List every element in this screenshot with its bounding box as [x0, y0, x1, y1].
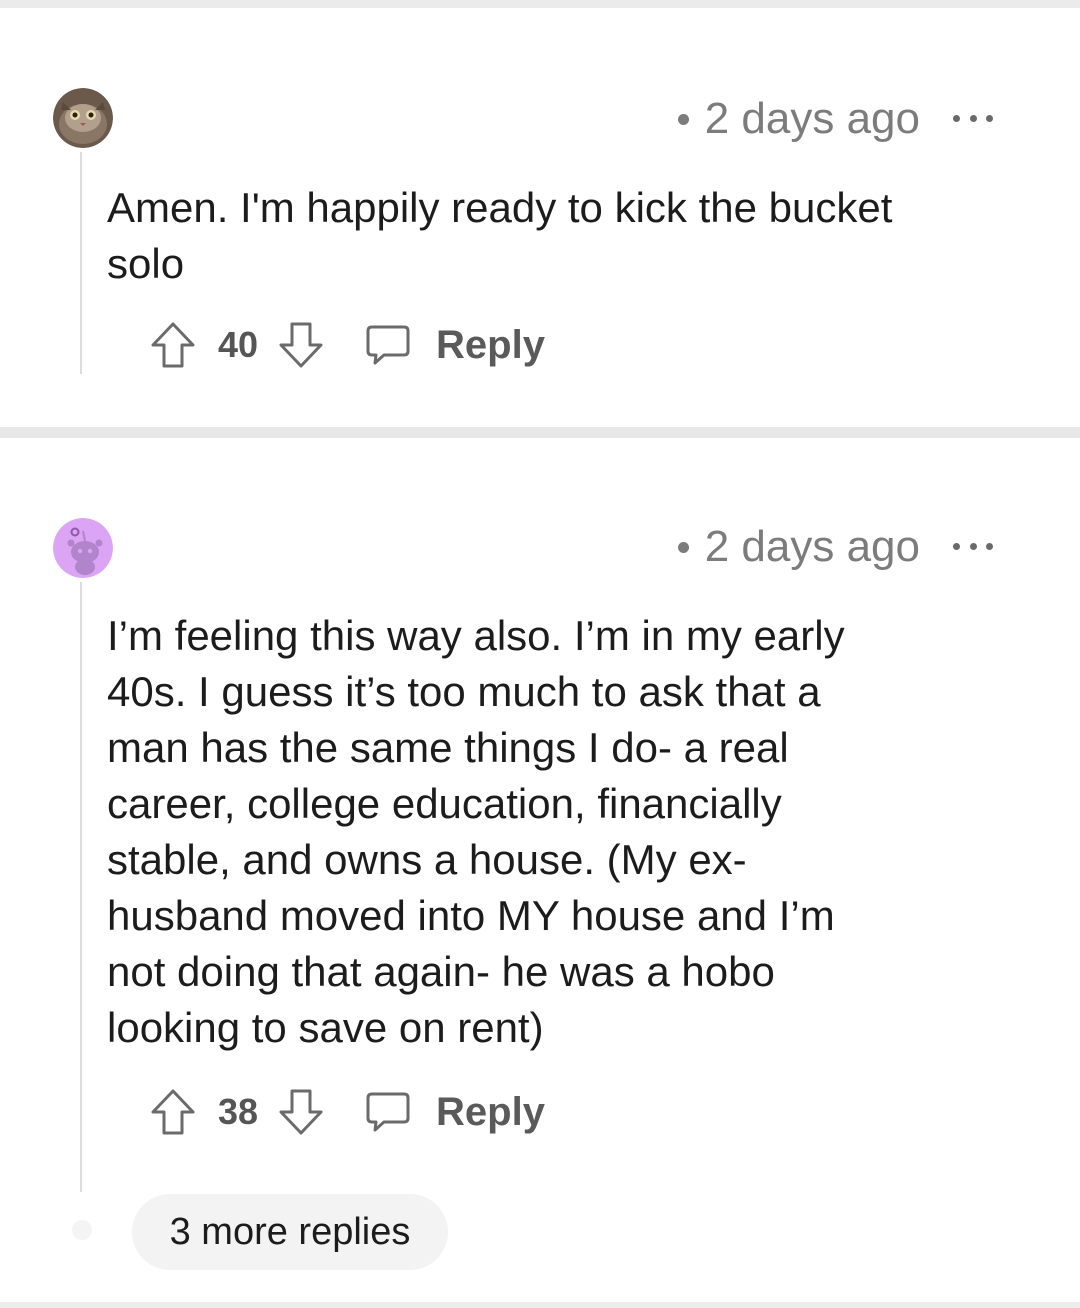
comment-meta: 2 days ago: [677, 94, 920, 144]
downvote-arrow-icon: [279, 322, 323, 368]
ellipsis-icon: [953, 114, 960, 122]
comment-meta: 2 days ago: [677, 522, 920, 572]
speech-bubble-icon: [366, 1092, 410, 1132]
vote-score: 40: [218, 324, 259, 365]
downvote-arrow-icon: [279, 1089, 323, 1135]
ellipsis-dot: [986, 114, 993, 122]
upvote-arrow-icon: [151, 322, 195, 368]
user-avatar[interactable]: [53, 518, 113, 578]
reply-label: Reply: [436, 1089, 545, 1134]
thread-line: [80, 582, 82, 1192]
upvote-button[interactable]: [148, 1087, 198, 1137]
comment-divider: [0, 427, 1080, 438]
timestamp: 2 days ago: [704, 522, 920, 571]
more-replies-button[interactable]: 3 more replies: [132, 1194, 448, 1270]
separator-dot: [677, 541, 689, 553]
thread-line: [80, 152, 82, 374]
timestamp: 2 days ago: [704, 94, 920, 143]
upvote-button[interactable]: [148, 320, 198, 370]
thread-end-dot: [72, 1220, 92, 1240]
upvote-arrow-icon: [151, 1089, 195, 1135]
vote-score: 38: [218, 1091, 259, 1132]
comment: 2 days ago Amen. I'm happily ready to ki…: [0, 8, 1080, 427]
speech-bubble-icon: [366, 325, 410, 365]
ellipsis-dot: [969, 114, 977, 122]
snoo-avatar-icon: [53, 518, 113, 578]
ellipsis-icon: [953, 542, 960, 550]
comment-body: Amen. I'm happily ready to kick the buck…: [107, 184, 893, 287]
reply-label: Reply: [436, 322, 545, 367]
overflow-menu-button[interactable]: [953, 112, 993, 124]
user-avatar[interactable]: [53, 88, 113, 148]
reply-button[interactable]: Reply: [366, 1090, 545, 1135]
overflow-menu-button[interactable]: [953, 540, 993, 552]
separator-dot: [677, 113, 689, 125]
comment-actions: 40 Reply: [148, 317, 545, 373]
comment: 2 days ago I’m feeling this way also. I’…: [0, 438, 1080, 1302]
reply-button[interactable]: Reply: [366, 323, 545, 368]
cat-photo-avatar-icon: [53, 88, 113, 148]
top-divider: [0, 0, 1080, 8]
ellipsis-dot: [986, 542, 993, 550]
bottom-divider: [0, 1302, 1080, 1308]
downvote-button[interactable]: [276, 320, 326, 370]
comment-actions: 38 Reply: [148, 1084, 545, 1140]
comment-body: I’m feeling this way also. I’m in my ear…: [107, 612, 845, 1051]
ellipsis-dot: [969, 542, 977, 550]
downvote-button[interactable]: [276, 1087, 326, 1137]
